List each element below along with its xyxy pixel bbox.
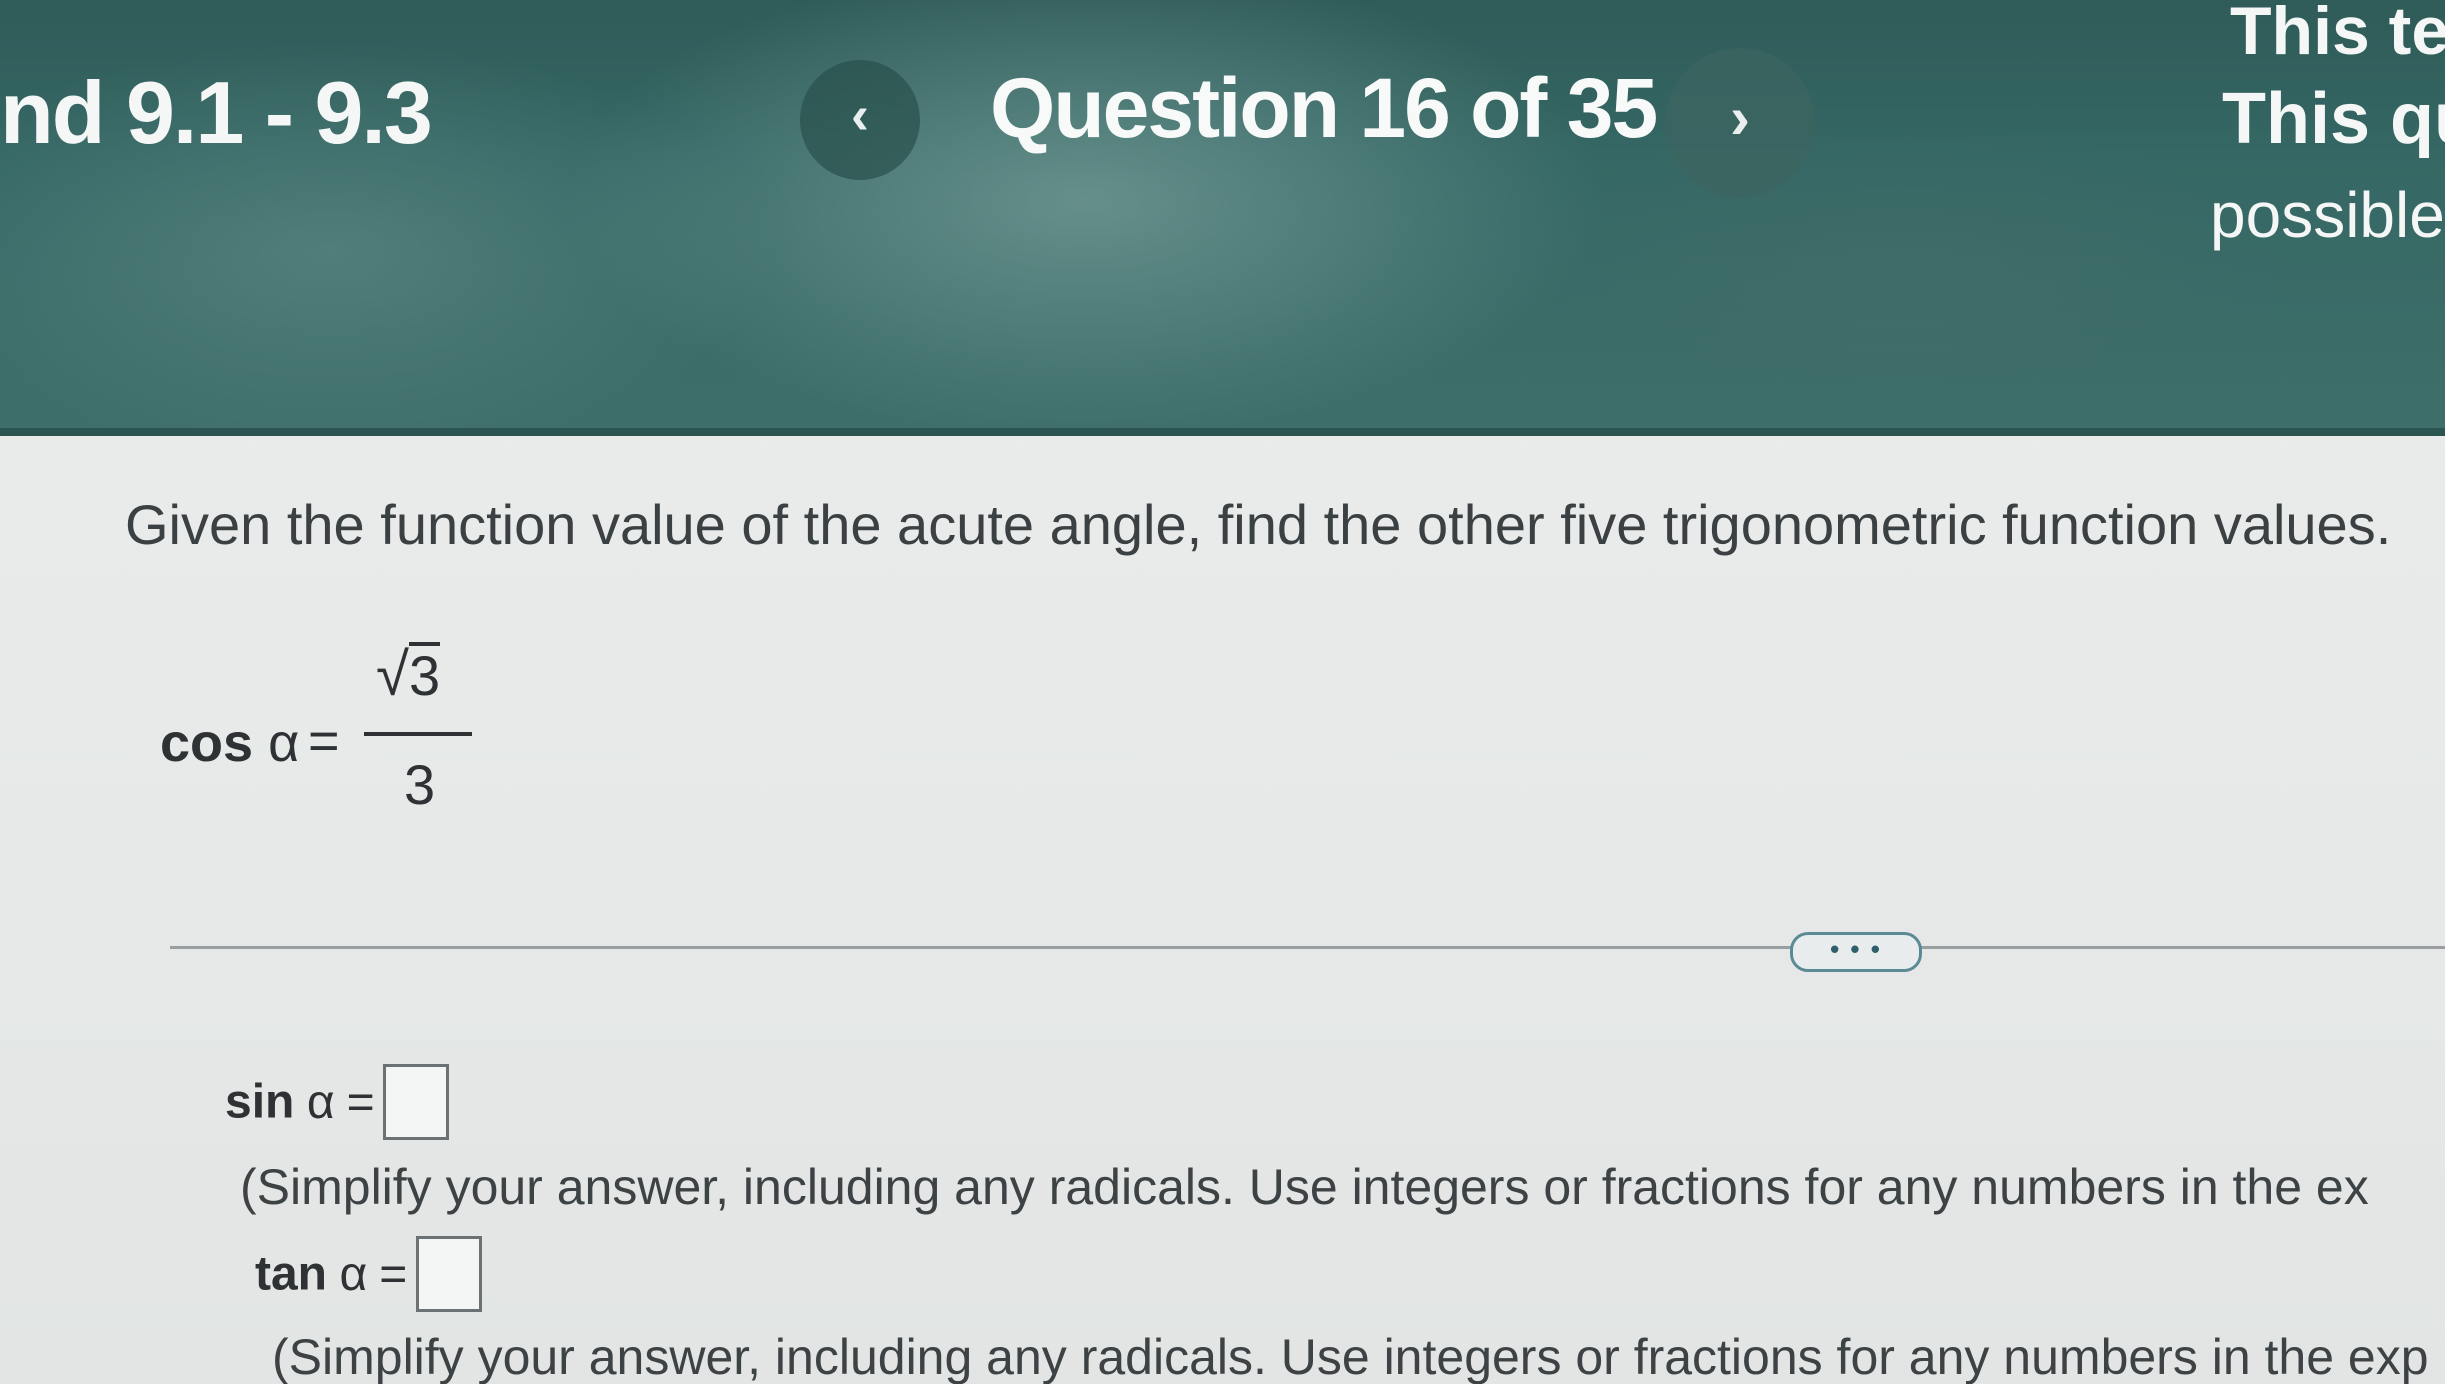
variable-symbol: α: [339, 1247, 368, 1301]
equals-sign: =: [379, 1247, 408, 1301]
tan-answer-input[interactable]: [415, 1236, 482, 1312]
equals-sign: =: [346, 1075, 375, 1129]
course-title: nd 9.1 - 9.3: [0, 63, 433, 162]
question-instruction: Given the function value of the acute an…: [125, 493, 2392, 556]
previous-question-button[interactable]: ‹: [800, 60, 920, 180]
answer-hint: (Simplify your answer, including any rad…: [272, 1329, 2429, 1384]
chevron-right-icon: ›: [1730, 84, 1750, 151]
fraction-denominator: 3: [404, 753, 436, 816]
variable-symbol: α: [306, 1075, 335, 1129]
side-note-line: This te: [2230, 0, 2445, 69]
screen-glare: [1500, 120, 2300, 436]
fraction-bar: [364, 732, 472, 736]
side-note-line: possible: [2210, 179, 2445, 251]
header-bar: nd 9.1 - 9.3 ‹ Question 16 of 35 › This …: [0, 0, 2445, 436]
sin-answer-row: sin α =: [225, 1064, 450, 1140]
tan-answer-row: tan α =: [255, 1236, 482, 1312]
more-options-button[interactable]: • • •: [1790, 932, 1922, 972]
sin-answer-input[interactable]: [383, 1064, 450, 1140]
radical-sign: √: [376, 641, 409, 708]
page: nd 9.1 - 9.3 ‹ Question 16 of 35 › This …: [0, 0, 2445, 1384]
header-divider: [0, 428, 2445, 436]
function-name: sin: [225, 1075, 295, 1129]
variable-symbol: α: [268, 713, 300, 773]
function-name: cos: [160, 713, 254, 773]
fraction: √3 3: [364, 640, 472, 840]
radicand: 3: [408, 642, 441, 707]
equals-sign: =: [308, 711, 340, 771]
next-question-button[interactable]: ›: [1665, 48, 1815, 198]
chevron-left-icon: ‹: [851, 85, 869, 145]
fraction-numerator: √3: [376, 640, 441, 709]
side-note-line: This qu: [2222, 79, 2445, 159]
answer-hint: (Simplify your answer, including any rad…: [240, 1159, 2369, 1215]
section-divider: [170, 946, 2445, 949]
given-function-label: cos α: [160, 712, 299, 774]
function-name: tan: [255, 1247, 327, 1301]
question-counter: Question 16 of 35: [990, 61, 1658, 155]
